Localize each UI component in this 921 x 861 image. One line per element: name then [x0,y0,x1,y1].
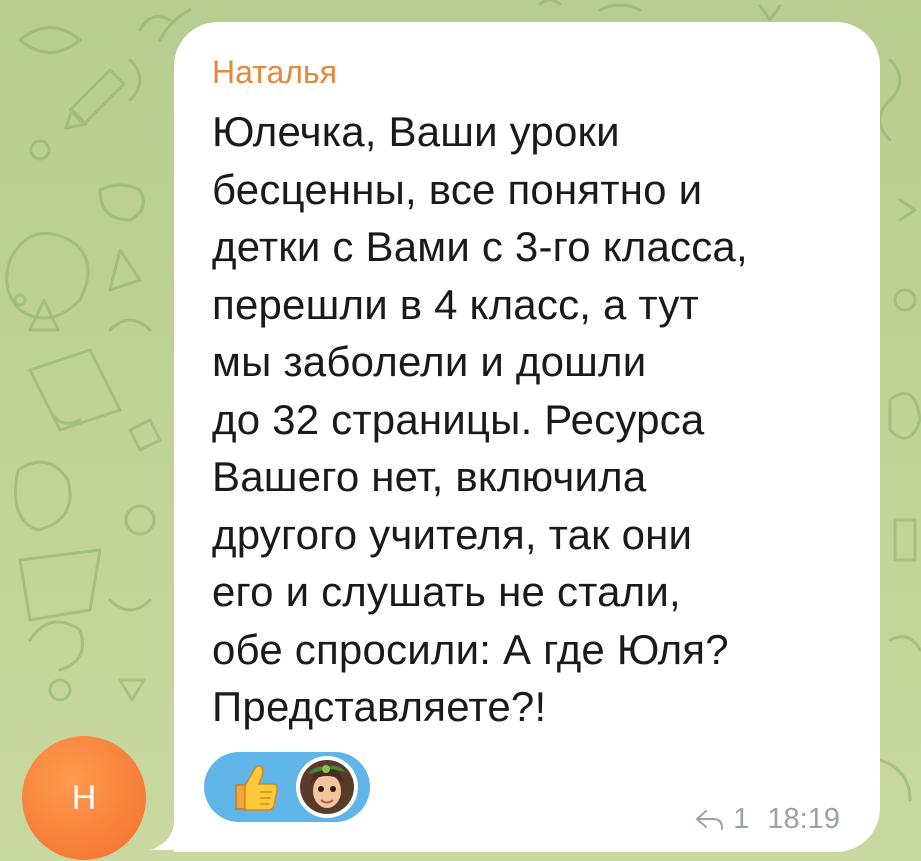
message-line: другого учителя, так они [212,510,693,558]
thumbs-up-icon [235,765,278,811]
reaction-pill[interactable] [204,752,370,822]
message-line: бесценны, все понятно и [212,165,703,213]
message-line: детки с Вами с 3-го класса, [212,223,748,270]
reactor-avatar [296,756,358,818]
avatar-initial: Н [71,778,97,817]
message-bubble[interactable]: Наталья Юлечка, Ваши уроки бесценны, все… [174,22,880,852]
sender-avatar[interactable]: Н [22,736,146,860]
message-line: Представляете?! [212,683,547,730]
message-line: до 32 страницы. Ресурса [212,395,705,443]
message-line: мы заболели и дошли [212,338,647,385]
reply-count[interactable]: 1 [733,803,749,836]
reply-icon[interactable] [695,809,725,831]
message-line: Юлечка, Ваши уроки [212,108,620,155]
sender-name[interactable]: Наталья [212,52,840,92]
message-line: обе спросили: А где Юля? [212,625,729,673]
message-line: перешли в 4 класс, а тут [212,280,699,328]
message-meta: 1 18:19 [695,803,840,836]
message-line: его и слушать не стали, [212,568,681,615]
message-line: Вашего нет, включила [212,453,647,500]
message-text: Юлечка, Ваши уроки бесценны, все понятно… [212,103,840,736]
message-time: 18:19 [767,803,840,835]
